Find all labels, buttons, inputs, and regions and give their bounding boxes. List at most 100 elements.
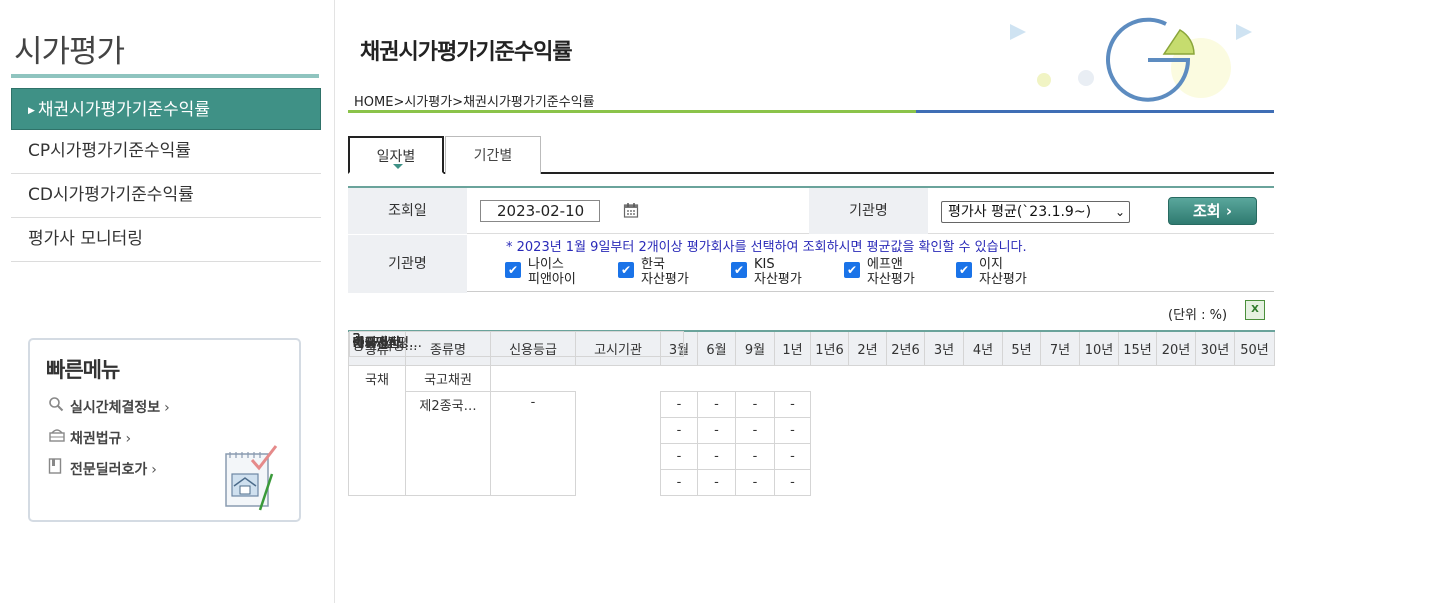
column-header: 9월	[735, 330, 775, 366]
quick-menu-title: 빠른메뉴	[46, 358, 120, 382]
book-icon	[48, 458, 70, 478]
agency-checkbox-row: 기관명 * 2023년 1월 9일부터 2개이상 평가회사를 선택하여 조회하시…	[348, 235, 1274, 293]
sidebar-item-cp-valuation[interactable]: CP시가평가기준수익률	[11, 130, 321, 174]
table-cell: 제2종국…	[405, 390, 491, 496]
chevron-right-icon: ›	[125, 431, 132, 447]
sidebar-item-label: 평가사 모니터링	[28, 229, 143, 249]
column-header: 1년	[774, 330, 811, 366]
tab-label: 기간별	[473, 148, 513, 164]
column-header: 30년	[1195, 330, 1235, 366]
date-label: 조회일	[348, 188, 467, 234]
column-header: 15년	[1118, 330, 1157, 366]
column-header: 10년	[1079, 330, 1119, 366]
table-cell: 국채	[348, 364, 406, 496]
sidebar-item-monitoring[interactable]: 평가사 모니터링	[11, 218, 321, 262]
quick-link-label: 실시간체결정보	[70, 400, 161, 416]
clipboard-illustration-icon	[222, 440, 282, 511]
table-cell: -	[697, 468, 736, 496]
chevron-down-icon: ⌄	[1114, 205, 1125, 219]
search-panel: 조회일 2023-02-10 기관명 평가사 평균(`23.1.9~) ⌄ 조회 …	[348, 186, 1274, 293]
table-cell: 국고채권	[405, 364, 491, 392]
table-cell: -	[774, 416, 811, 444]
table-cell: -	[735, 416, 775, 444]
law-icon	[48, 427, 70, 447]
checkbox-label: KIS	[754, 257, 775, 272]
checkbox-label: 한국	[641, 257, 665, 272]
sidebar-item-bond-valuation[interactable]: ▶ 채권시가평가기준수익률	[11, 88, 321, 130]
table-cell: -	[660, 390, 698, 418]
triangle-right-icon: ▶	[28, 106, 35, 116]
table-cell: -	[660, 468, 698, 496]
checkbox-label: 자산평가	[979, 272, 1027, 287]
quick-link-label: 전문딜러호가	[70, 462, 148, 478]
search-button[interactable]: 조회 ›	[1168, 197, 1257, 225]
checkbox-label: 자산평가	[867, 272, 915, 287]
column-header: 1년6	[810, 330, 849, 366]
unit-label: (단위 : %)	[1168, 308, 1228, 323]
chevron-right-icon: ›	[151, 462, 157, 478]
tab-bar: 일자별 기간별	[348, 136, 1274, 174]
sidebar: 시가평가 ▶ 채권시가평가기준수익률 CP시가평가기준수익률 CD시가평가기준수익…	[0, 0, 335, 603]
column-header: 4년	[963, 330, 1003, 366]
title-underline	[348, 110, 916, 113]
calendar-icon[interactable]	[623, 202, 639, 222]
column-header: 20년	[1156, 330, 1196, 366]
title-underline-accent	[916, 110, 1274, 113]
table-cell: -	[697, 442, 736, 470]
table-cell: -	[774, 390, 811, 418]
checkbox-label: 자산평가	[641, 272, 689, 287]
column-header: 6월	[697, 330, 736, 366]
quick-menu: 빠른메뉴 실시간체결정보 › 채권법규 › 전문딜러호가 ›	[28, 338, 301, 522]
table-cell: -	[735, 442, 775, 470]
column-header: 50년	[1234, 330, 1275, 366]
checkbox-label: 자산평가	[754, 272, 802, 287]
checkbox-label: 피앤아이	[528, 272, 576, 287]
table-cell: -	[735, 390, 775, 418]
table-cell: -	[774, 468, 811, 496]
excel-download-icon[interactable]: X	[1245, 300, 1265, 320]
breadcrumb: HOME>시가평가>채권시가평가기준수익률	[354, 95, 595, 110]
sidebar-item-cd-valuation[interactable]: CD시가평가기준수익률	[11, 174, 321, 218]
check-icon[interactable]: ✔	[618, 262, 634, 278]
checkbox-label: 에프앤	[867, 257, 903, 272]
decorative-chart-icon	[998, 10, 1274, 110]
sidebar-item-label: CP시가평가기준수익률	[28, 141, 191, 161]
checkbox-label: 이지	[979, 257, 1003, 272]
triangle-down-icon	[393, 164, 403, 169]
check-icon[interactable]: ✔	[844, 262, 860, 278]
sidebar-menu: ▶ 채권시가평가기준수익률 CP시가평가기준수익률 CD시가평가기준수익률 평가사…	[11, 88, 321, 262]
quick-link-law[interactable]: 채권법규 ›	[48, 427, 131, 448]
date-input[interactable]: 2023-02-10	[480, 200, 600, 222]
table-row[interactable]: 제2종국… - 나이스피… 3,… 3,… 3,… 3,… 3,… 3,… 3,… 3,… 3,… 3,…	[348, 331, 1275, 496]
yield-table: 종류 종류명 신용등급 고시기관 3월 6월 9월 1년 1년6 2년 2년6 3년 4년 5년 7년 10년…	[348, 330, 1275, 496]
tab-period[interactable]: 기간별	[445, 136, 541, 174]
sidebar-item-label: 채권시가평가기준수익률	[37, 100, 210, 120]
column-header: 5년	[1002, 330, 1041, 366]
search-row: 조회일 2023-02-10 기관명 평가사 평균(`23.1.9~) ⌄ 조회 …	[348, 188, 1274, 234]
magnifier-icon	[48, 396, 70, 416]
sidebar-divider	[11, 74, 319, 78]
tab-daily[interactable]: 일자별	[348, 136, 444, 174]
table-cell: -	[774, 442, 811, 470]
table-cell: 3,…	[348, 331, 684, 357]
table-row[interactable]: 국채 국고채권 양곡,외평… 나이스피… 3,… 3,… 3,… 3,… 3,… 3,… 3,… 3,…	[348, 331, 1275, 496]
table-cell: -	[697, 390, 736, 418]
search-button-label: 조회	[1192, 202, 1221, 220]
quick-link-dealer[interactable]: 전문딜러호가 ›	[48, 458, 157, 479]
column-header: 2년	[848, 330, 887, 366]
quick-link-realtime[interactable]: 실시간체결정보 ›	[48, 396, 170, 417]
tab-label: 일자별	[376, 149, 416, 165]
agency-label-2: 기관명	[348, 235, 467, 293]
sidebar-item-label: CD시가평가기준수익률	[28, 185, 194, 205]
check-icon[interactable]: ✔	[956, 262, 972, 278]
quick-link-label: 채권법규	[70, 431, 122, 447]
table-cell: -	[735, 468, 775, 496]
column-header: 3년	[924, 330, 964, 366]
agency-select[interactable]: 평가사 평균(`23.1.9~) ⌄	[941, 201, 1130, 223]
check-icon[interactable]: ✔	[505, 262, 521, 278]
table-cell: -	[490, 390, 576, 496]
agency-label: 기관명	[809, 188, 928, 234]
table-cell: -	[660, 416, 698, 444]
check-icon[interactable]: ✔	[731, 262, 747, 278]
chevron-right-icon: ›	[164, 400, 170, 416]
